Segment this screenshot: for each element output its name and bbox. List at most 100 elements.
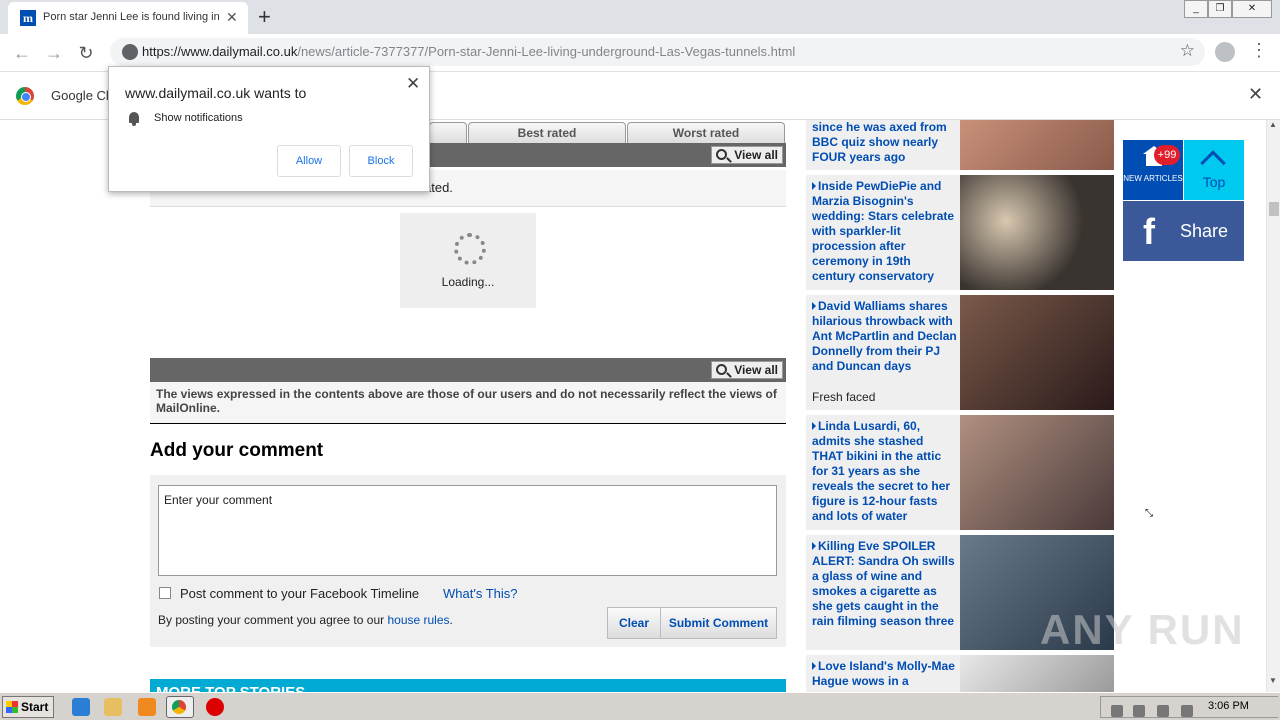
address-bar[interactable]: https://www.dailymail.co.uk/news/article… <box>110 38 1205 66</box>
tab-title: Porn star Jenni Lee is found living in <box>43 11 220 23</box>
loading-box: Loading... <box>400 213 536 308</box>
tab-close-icon[interactable]: ✕ <box>226 9 238 26</box>
story-arrow-icon <box>812 542 816 550</box>
minimize-icon[interactable]: _ <box>1184 0 1208 18</box>
story-headline-text: David Walliams shares hilarious throwbac… <box>812 299 957 373</box>
story-item[interactable]: since he was axed from BBC quiz show nea… <box>806 120 1114 170</box>
chrome-icon <box>172 700 186 714</box>
facebook-icon: f <box>1143 211 1155 252</box>
story-arrow-icon <box>812 662 816 670</box>
new-articles-button[interactable]: +99 NEW ARTICLES <box>1123 140 1183 200</box>
allow-button[interactable]: Allow <box>277 145 341 177</box>
story-image[interactable] <box>960 415 1114 530</box>
story-headline[interactable]: David Walliams shares hilarious throwbac… <box>812 299 957 374</box>
page-scrollbar[interactable]: ▲ ▼ <box>1266 120 1280 692</box>
story-headline[interactable]: Linda Lusardi, 60, admits she stashed TH… <box>812 419 957 524</box>
view-all-label: View all <box>734 363 778 377</box>
story-item[interactable]: David Walliams shares hilarious throwbac… <box>806 295 1114 410</box>
more-top-stories-header: MORE TOP STORIES <box>150 679 786 692</box>
top-label: Top <box>1202 174 1226 190</box>
windows-flag-icon <box>6 701 18 713</box>
url-text: https://www.dailymail.co.uk/news/article… <box>142 44 795 59</box>
popup-title: www.dailymail.co.uk wants to <box>125 85 307 101</box>
story-arrow-icon <box>812 182 816 190</box>
agree-text: By posting your comment you agree to our… <box>158 613 453 627</box>
story-item[interactable]: Inside PewDiePie and Marzia Bisognin's w… <box>806 175 1114 290</box>
start-label: Start <box>21 700 49 714</box>
back-icon[interactable]: ← <box>10 41 34 65</box>
story-headline-text: Killing Eve SPOILER ALERT: Sandra Oh swi… <box>812 539 955 628</box>
whats-this-link[interactable]: What's This? <box>443 586 518 601</box>
story-headline-text: Inside PewDiePie and Marzia Bisognin's w… <box>812 179 955 283</box>
agree-suffix: . <box>449 613 453 627</box>
browser-tab[interactable]: m Porn star Jenni Lee is found living in… <box>8 2 248 34</box>
comment-input[interactable]: Enter your comment <box>158 485 777 576</box>
story-item[interactable]: Linda Lusardi, 60, admits she stashed TH… <box>806 415 1114 530</box>
anyrun-watermark: ANY RUN <box>1040 606 1245 653</box>
bell-icon <box>129 112 139 126</box>
tab-worst-rated[interactable]: Worst rated <box>627 122 785 144</box>
facebook-timeline-checkbox[interactable] <box>159 587 171 599</box>
reload-icon[interactable]: ↻ <box>74 41 98 65</box>
infobar-close-icon[interactable]: ✕ <box>1248 84 1263 105</box>
window-close-icon[interactable]: ✕ <box>1232 0 1272 18</box>
view-all-button-bottom[interactable]: View all <box>711 361 783 379</box>
story-arrow-icon <box>812 302 816 310</box>
windows-taskbar: Start 3:06 PM <box>0 692 1280 720</box>
clear-button[interactable]: Clear <box>607 607 661 639</box>
block-button[interactable]: Block <box>349 145 413 177</box>
url-path: /news/article-7377377/Porn-star-Jenni-Le… <box>297 44 796 59</box>
restore-icon[interactable]: ❐ <box>1208 0 1232 18</box>
story-item[interactable]: Love Island's Molly-Mae Hague wows in a <box>806 655 1114 692</box>
dailymail-favicon-icon: m <box>20 10 36 26</box>
network-icon[interactable] <box>1133 705 1145 717</box>
new-tab-icon[interactable]: + <box>258 4 271 30</box>
story-headline[interactable]: Killing Eve SPOILER ALERT: Sandra Oh swi… <box>812 539 957 629</box>
profile-avatar-icon[interactable] <box>1215 42 1235 62</box>
story-image[interactable] <box>960 655 1114 692</box>
scroll-thumb[interactable] <box>1269 202 1279 216</box>
story-headline-text: Linda Lusardi, 60, admits she stashed TH… <box>812 419 951 523</box>
scroll-up-icon[interactable]: ▲ <box>1269 120 1277 129</box>
lock-icon[interactable] <box>122 44 138 60</box>
view-all-button[interactable]: View all <box>711 146 783 164</box>
story-image[interactable] <box>960 295 1114 410</box>
url-host: https://www.dailymail.co.uk <box>142 44 298 59</box>
infobar-text: Google Ch <box>51 88 114 103</box>
popup-close-icon[interactable]: ✕ <box>406 74 420 94</box>
story-headline[interactable]: since he was axed from BBC quiz show nea… <box>812 120 957 165</box>
tray-arrow-icon[interactable] <box>1111 705 1123 717</box>
action-center-flag-icon[interactable] <box>1181 705 1193 717</box>
story-headline[interactable]: Inside PewDiePie and Marzia Bisognin's w… <box>812 179 957 284</box>
facebook-timeline-label: Post comment to your Facebook Timeline <box>180 586 420 601</box>
browser-menu-icon[interactable]: ⋮ <box>1250 40 1268 61</box>
tab-best-rated[interactable]: Best rated <box>468 122 626 144</box>
share-label: Share <box>1180 221 1229 241</box>
taskbar-clock[interactable]: 3:06 PM <box>1208 700 1249 712</box>
forward-icon[interactable]: → <box>42 41 66 65</box>
volume-icon[interactable] <box>1157 705 1169 717</box>
magnifier-icon <box>716 149 728 160</box>
back-to-top-button[interactable]: Top <box>1184 140 1244 200</box>
story-image[interactable] <box>960 120 1114 170</box>
magnifier-icon <box>716 364 728 375</box>
add-comment-title: Add your comment <box>150 440 324 461</box>
agree-prefix: By posting your comment you agree to our <box>158 613 385 627</box>
scroll-down-icon[interactable]: ▼ <box>1269 676 1277 685</box>
folder-icon[interactable] <box>104 698 122 716</box>
house-rules-link[interactable]: house rules <box>387 613 449 627</box>
tab-newest[interactable] <box>429 122 467 144</box>
stop-icon[interactable] <box>206 698 224 716</box>
start-button[interactable]: Start <box>2 696 54 718</box>
bookmark-star-icon[interactable]: ☆ <box>1180 41 1195 61</box>
facebook-share-button[interactable]: f Share <box>1123 201 1244 261</box>
story-headline[interactable]: Love Island's Molly-Mae Hague wows in a <box>812 659 957 689</box>
system-tray <box>1100 696 1278 718</box>
story-image[interactable] <box>960 175 1114 290</box>
media-player-icon[interactable] <box>138 698 156 716</box>
popup-message: Show notifications <box>154 112 243 124</box>
new-articles-badge: +99 <box>1154 145 1180 165</box>
submit-comment-button[interactable]: Submit Comment <box>660 607 777 639</box>
internet-explorer-icon[interactable] <box>72 698 90 716</box>
mouse-cursor-icon: ⤡ <box>1145 508 1153 519</box>
